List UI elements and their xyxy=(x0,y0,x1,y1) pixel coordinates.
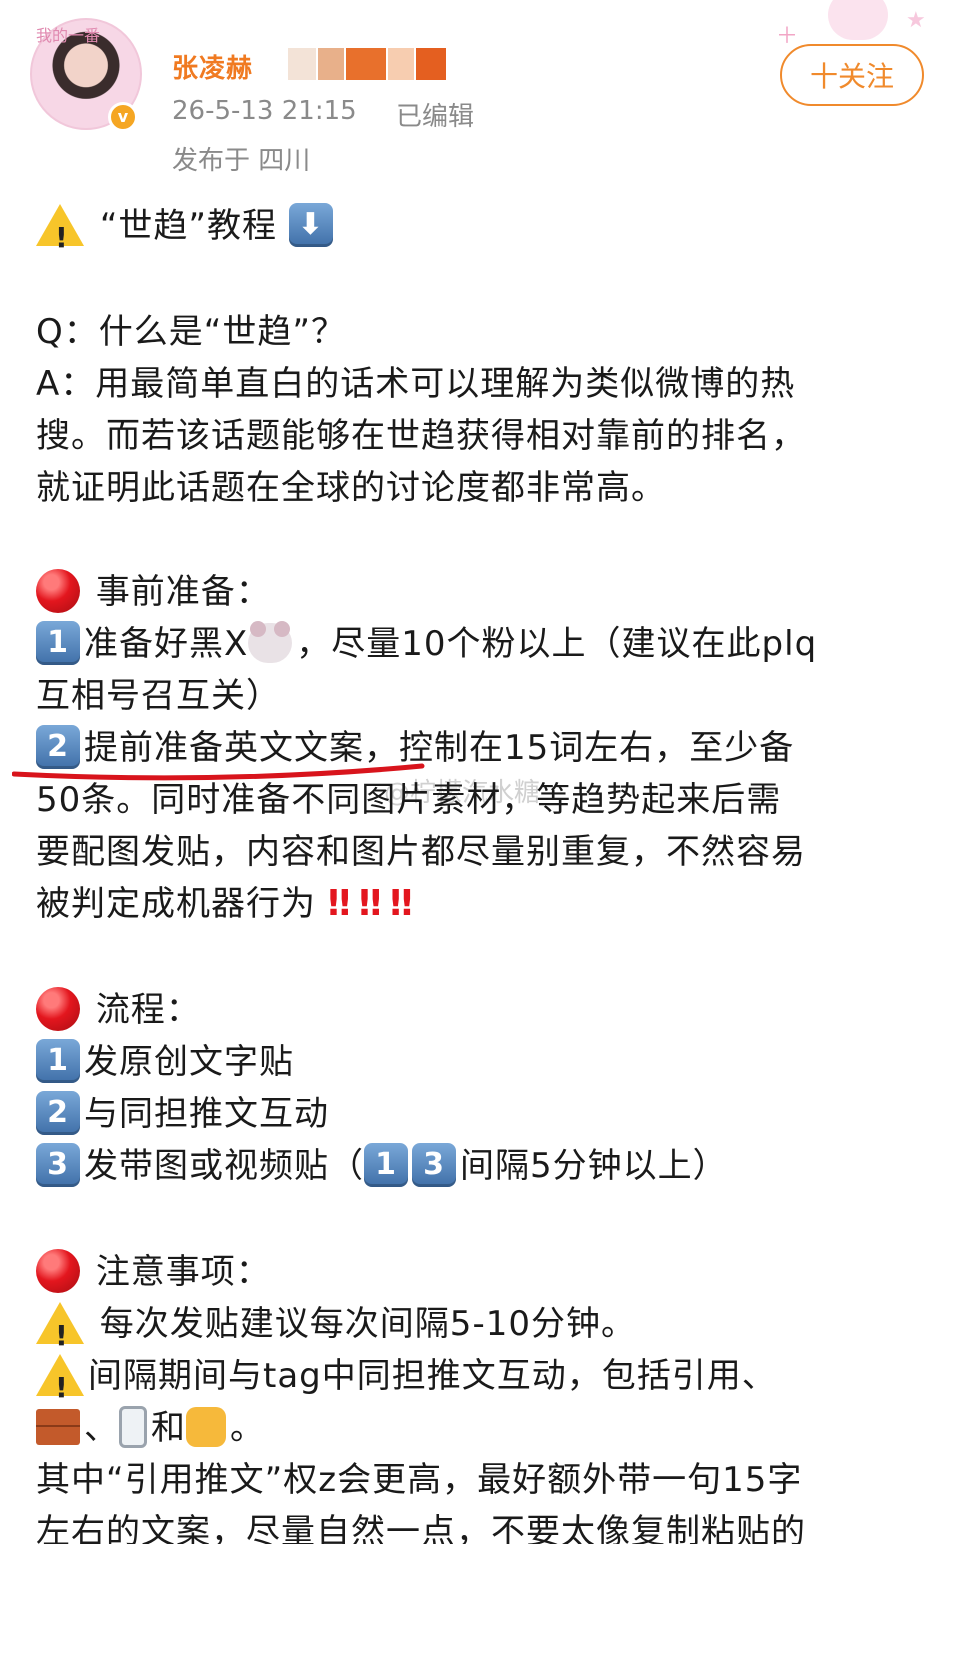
prep2-text-c: 要配图发贴，内容和图片都尽量别重复，不然容易 xyxy=(36,832,806,872)
prep-heading: 事前准备： xyxy=(95,572,271,612)
note5-text: 左右的文案，尽量自然一点，不要太像复制粘贴的 xyxy=(36,1512,806,1544)
star-icon: ★ xyxy=(906,8,926,33)
flow-item-2: 2 与同担推文互动 xyxy=(36,1086,329,1142)
down-arrow-icon: ⬇ xyxy=(288,202,333,247)
note-2: 间隔期间与tag中同担推文互动，包括引用、 xyxy=(36,1348,777,1416)
post-timestamp: 26-5-13 21:15 xyxy=(172,96,357,126)
red-circle-icon xyxy=(36,1248,80,1293)
flow1-text: 发原创文字贴 xyxy=(84,1042,294,1082)
warning-icon xyxy=(36,1301,84,1364)
bunny-sticker-icon xyxy=(828,0,888,40)
jar-icon xyxy=(119,1405,147,1448)
verified-badge-icon: v xyxy=(108,102,138,132)
note1-text: 每次发贴建议每次间隔5-10分钟。 xyxy=(88,1304,636,1344)
follow-button[interactable]: 十关注 xyxy=(780,44,924,106)
note3-text-c: 。 xyxy=(230,1408,265,1448)
prep1-text-b: ，尽量10个粉以上（建议在此plq xyxy=(296,624,818,664)
red-circle-icon xyxy=(36,568,80,613)
prep2-text-d: 被判定成机器行为 xyxy=(36,884,316,924)
avatar-sticker-text: 我的一番 xyxy=(36,26,101,45)
flow3-text-a: 发带图或视频贴（ xyxy=(84,1146,364,1186)
edited-label[interactable]: 已编辑 xyxy=(396,96,474,133)
keycap-1-icon: 1 xyxy=(364,1142,408,1187)
prep2-line-d: 被判定成机器行为 ‼ ‼ ‼ xyxy=(36,876,427,932)
post-title: “世趋”教程 xyxy=(99,206,278,246)
prep-item-2: 2 提前准备英文文案，控制在15词左右，至少备 xyxy=(36,720,794,776)
keycap-2-icon: 2 xyxy=(36,1090,80,1135)
double-exclamation-icons: ‼ ‼ ‼ xyxy=(327,883,413,924)
title-line: “世趋”教程 ⬇ xyxy=(36,198,337,266)
keycap-3-icon: 3 xyxy=(36,1142,80,1187)
note2-text: 间隔期间与tag中同担推文互动，包括引用、 xyxy=(88,1356,777,1396)
answer-line-1: A：用最简单直白的话术可以理解为类似微博的热 xyxy=(36,364,796,404)
note3-text-b: 和 xyxy=(151,1408,186,1448)
prep1-text-c: 互相号召互关） xyxy=(36,676,281,716)
flow-heading-line: 流程： xyxy=(36,982,201,1038)
note-1: 每次发贴建议每次间隔5-10分钟。 xyxy=(36,1296,636,1364)
brick-icon xyxy=(36,1408,80,1445)
thumbs-up-icon xyxy=(186,1406,226,1447)
prep1-text-a: 准备好黑X xyxy=(84,624,249,664)
prep2-text-a: 提前准备英文文案，控制在15词左右，至少备 xyxy=(84,728,795,768)
censored-mosaic xyxy=(288,48,468,80)
answer-line-3: 就证明此话题在全球的讨论度都非常高。 xyxy=(36,468,666,508)
flow-item-3: 3 发带图或视频贴（ 1 3 间隔5分钟以上） xyxy=(36,1138,728,1194)
keycap-3-icon: 3 xyxy=(412,1142,456,1187)
answer-line-2: 搜。而若该话题能够在世趋获得相对靠前的排名， xyxy=(36,416,806,456)
decor-sticker: ＋ ★ xyxy=(770,0,960,49)
question: Q：什么是“世趋”？ xyxy=(36,312,346,352)
note4-text: 其中“引用推文”权z会更高，最好额外带一句15字 xyxy=(36,1460,803,1500)
note3-text-a: 、 xyxy=(84,1408,119,1448)
flow-item-1: 1 发原创文字贴 xyxy=(36,1034,294,1090)
username[interactable]: 张凌赫 xyxy=(172,48,253,85)
post-header: ＋ ★ 我的一番 v 张凌赫 26-5-13 21:15 已编辑 发布于 四川 … xyxy=(0,0,960,180)
post-location: 发布于 四川 xyxy=(172,146,311,176)
sparkle-icon: ＋ xyxy=(776,24,799,49)
keycap-1-icon: 1 xyxy=(36,620,80,665)
flow-heading: 流程： xyxy=(95,990,201,1030)
warning-icon xyxy=(36,203,84,266)
flow3-text-b: 间隔5分钟以上） xyxy=(460,1146,728,1186)
prep2-text-b: 50条。同时准备不同图片素材，等趋势起来后需 xyxy=(36,780,782,820)
note-3: 、和 。 xyxy=(36,1400,265,1456)
mouse-icon xyxy=(248,620,293,663)
warning-icon xyxy=(36,1353,84,1416)
notes-heading: 注意事项： xyxy=(95,1252,271,1292)
red-circle-icon xyxy=(36,986,80,1031)
keycap-1-icon: 1 xyxy=(36,1038,80,1083)
prep-item-1: 1 准备好黑X ，尽量10个粉以上（建议在此plq xyxy=(36,616,817,672)
flow2-text: 与同担推文互动 xyxy=(84,1094,329,1134)
keycap-2-icon: 2 xyxy=(36,724,80,769)
prep-heading-line: 事前准备： xyxy=(36,564,271,620)
notes-heading-line: 注意事项： xyxy=(36,1244,271,1300)
